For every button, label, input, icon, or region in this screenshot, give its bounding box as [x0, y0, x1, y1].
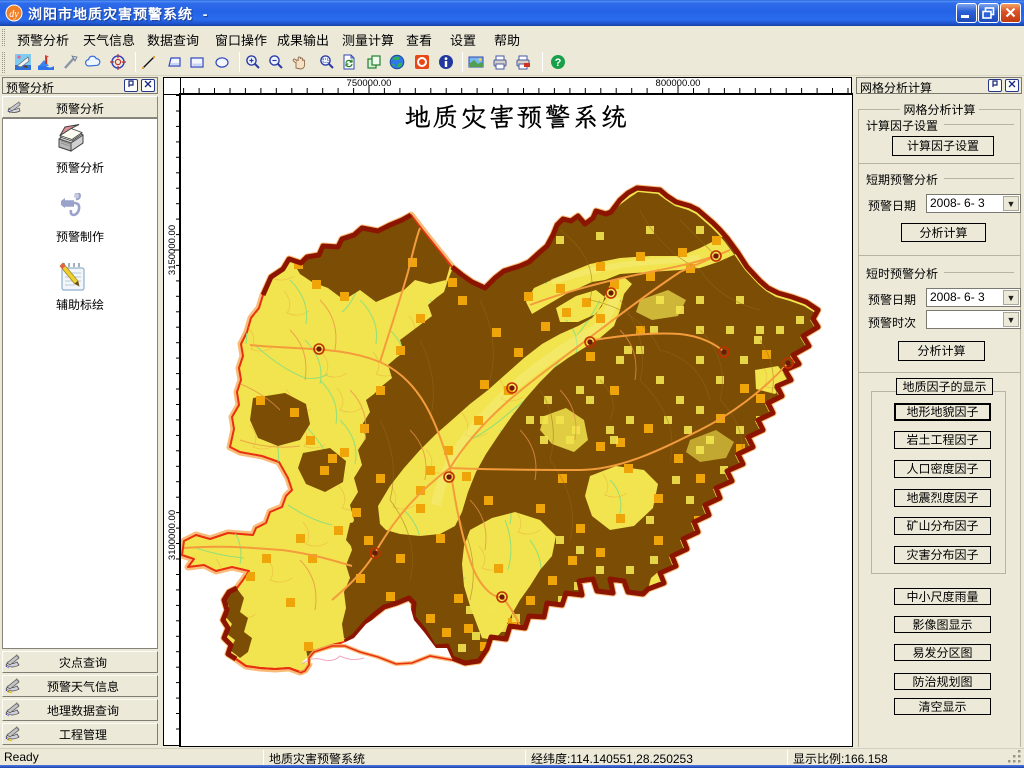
svg-text:3150000.00: 3150000.00: [167, 225, 178, 275]
svg-text:?: ?: [555, 57, 562, 69]
svg-text:3100000.00: 3100000.00: [167, 510, 178, 560]
svg-text:750000.00: 750000.00: [347, 78, 392, 89]
svg-text:dy: dy: [9, 9, 19, 20]
svg-text:800000.00: 800000.00: [656, 78, 701, 89]
